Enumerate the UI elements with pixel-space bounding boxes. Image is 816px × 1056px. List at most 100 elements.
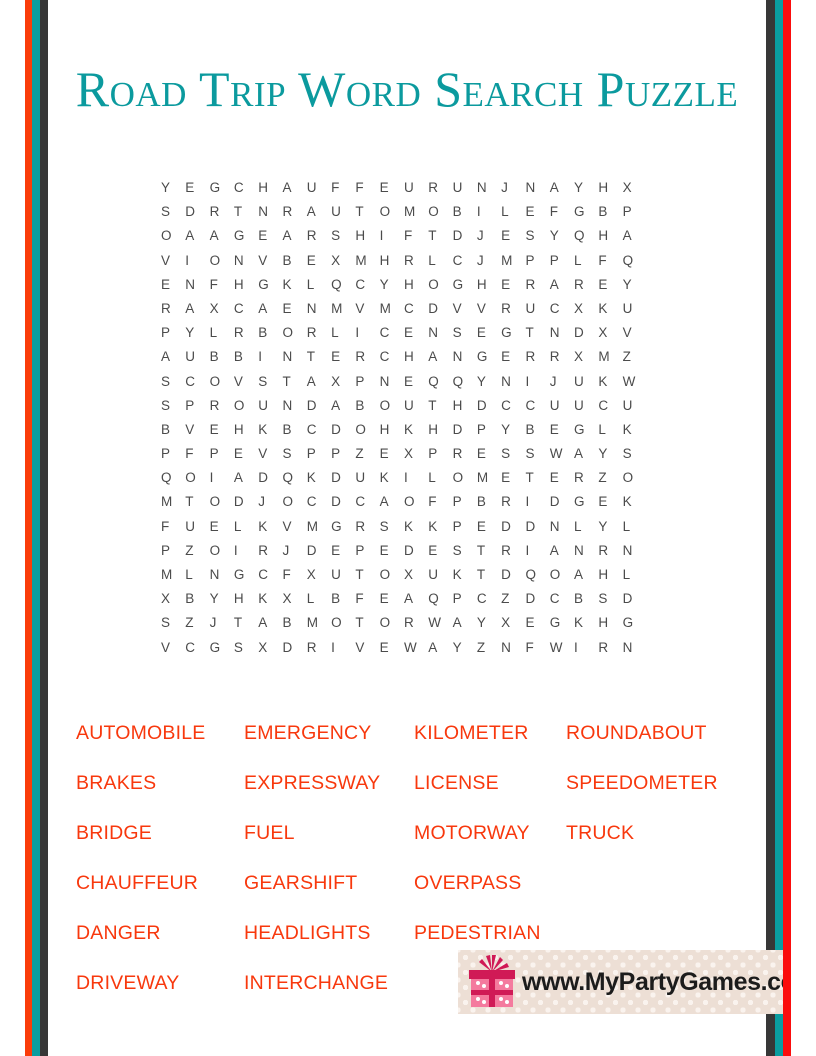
- grid-cell: K: [306, 470, 316, 486]
- grid-cell: D: [233, 494, 244, 510]
- grid-cell: P: [306, 446, 316, 462]
- grid-cell: I: [233, 542, 238, 558]
- grid-cell: D: [428, 300, 439, 316]
- grid-cell: C: [549, 591, 560, 607]
- grid-cell: I: [525, 373, 530, 389]
- grid-cell: R: [598, 639, 609, 655]
- grid-cell: X: [574, 300, 584, 316]
- grid-cell: E: [379, 591, 389, 607]
- grid-cell: O: [161, 228, 172, 244]
- word-list-item[interactable]: LICENSE: [414, 758, 566, 808]
- word-list-item[interactable]: HEADLIGHTS: [244, 908, 414, 958]
- grid-cell: S: [161, 373, 171, 389]
- grid-cell: O: [282, 494, 293, 510]
- border-stripe-right-teal: [775, 0, 783, 1056]
- grid-cell: A: [258, 615, 268, 631]
- word-list-item[interactable]: KILOMETER: [414, 708, 566, 758]
- grid-cell: K: [452, 567, 462, 582]
- grid-cell: T: [185, 494, 194, 510]
- grid-cell: H: [598, 180, 609, 195]
- grid-cell: W: [403, 639, 417, 655]
- grid-cell: R: [525, 276, 536, 292]
- grid-cell: R: [501, 494, 511, 510]
- grid-cell: P: [355, 373, 365, 389]
- grid-cell: R: [209, 397, 220, 413]
- grid-cell: D: [525, 591, 536, 607]
- grid-cell: R: [306, 228, 317, 244]
- grid-cell: B: [598, 204, 608, 220]
- grid-cell: D: [622, 591, 633, 607]
- grid-cell: D: [258, 470, 268, 486]
- grid-cell: R: [282, 204, 293, 220]
- grid-cell: Y: [476, 615, 486, 631]
- grid-cell: U: [574, 373, 584, 389]
- grid-cell: R: [525, 349, 536, 365]
- grid-cell: P: [331, 446, 341, 462]
- word-list-item[interactable]: INTERCHANGE: [244, 958, 414, 1008]
- grid-cell: E: [282, 300, 292, 316]
- grid-cell: A: [209, 228, 219, 244]
- word-list-item[interactable]: DANGER: [76, 908, 244, 958]
- grid-cell: N: [549, 325, 560, 341]
- word-list-item[interactable]: TRUCK: [566, 808, 766, 858]
- word-list-item[interactable]: SPEEDOMETER: [566, 758, 766, 808]
- grid-cell: B: [161, 421, 171, 437]
- grid-cell: N: [501, 639, 511, 655]
- grid-cell: N: [209, 567, 220, 582]
- grid-cell: S: [258, 373, 268, 389]
- word-list-item[interactable]: DRIVEWAY: [76, 958, 244, 1008]
- grid-cell: X: [331, 373, 341, 389]
- grid-cell: D: [525, 518, 536, 534]
- grid-cell: Q: [525, 567, 536, 582]
- grid-cell: X: [209, 300, 219, 316]
- grid-cell: E: [331, 349, 341, 365]
- word-list-item[interactable]: CHAUFFEUR: [76, 858, 244, 908]
- grid-cell: W: [428, 615, 442, 631]
- word-list-item[interactable]: OVERPASS: [414, 858, 566, 908]
- watermark-banner: www.MyPartyGames.com: [458, 950, 783, 1014]
- word-list-item[interactable]: BRIDGE: [76, 808, 244, 858]
- grid-cell: E: [549, 470, 559, 486]
- grid-cell: P: [209, 446, 219, 462]
- grid-cell: X: [306, 567, 316, 582]
- border-stripe-left-red: [25, 0, 32, 1056]
- grid-cell: D: [331, 470, 341, 486]
- grid-cell: J: [258, 494, 265, 510]
- word-list-item[interactable]: EXPRESSWAY: [244, 758, 414, 808]
- grid-cell: C: [233, 300, 244, 316]
- grid-cell: F: [428, 494, 437, 510]
- word-list-item[interactable]: BRAKES: [76, 758, 244, 808]
- word-list-item[interactable]: AUTOMOBILE: [76, 708, 244, 758]
- word-list-item[interactable]: MOTORWAY: [414, 808, 566, 858]
- grid-cell: K: [258, 518, 268, 534]
- grid-cell: P: [476, 421, 486, 437]
- grid-cell: G: [549, 615, 561, 631]
- word-list-item[interactable]: FUEL: [244, 808, 414, 858]
- grid-cell: R: [501, 300, 511, 316]
- grid-cell: Z: [355, 446, 364, 462]
- grid-cell: R: [403, 615, 414, 631]
- grid-cell: D: [403, 542, 414, 558]
- grid-cell: O: [209, 252, 221, 268]
- grid-cell: K: [403, 518, 413, 534]
- grid-cell: L: [622, 567, 631, 582]
- grid-cell: H: [598, 615, 609, 631]
- grid-cell: L: [428, 252, 436, 268]
- grid-cell: X: [331, 252, 341, 268]
- word-list-item[interactable]: GEARSHIFT: [244, 858, 414, 908]
- grid-cell: T: [282, 373, 291, 389]
- grid-cell: U: [622, 300, 633, 316]
- grid-cell: C: [549, 300, 560, 316]
- grid-cell: H: [233, 421, 244, 437]
- grid-cell: N: [501, 373, 511, 389]
- word-list-item[interactable]: ROUNDABOUT: [566, 708, 766, 758]
- grid-cell: G: [209, 639, 221, 655]
- grid-cell: U: [185, 349, 196, 365]
- word-list-item[interactable]: EMERGENCY: [244, 708, 414, 758]
- grid-cell: P: [452, 494, 462, 510]
- grid-cell: Y: [379, 276, 389, 292]
- grid-cell: H: [233, 591, 244, 607]
- grid-cell: N: [185, 276, 196, 292]
- grid-cell: Q: [574, 228, 585, 244]
- grid-cell: N: [233, 252, 244, 268]
